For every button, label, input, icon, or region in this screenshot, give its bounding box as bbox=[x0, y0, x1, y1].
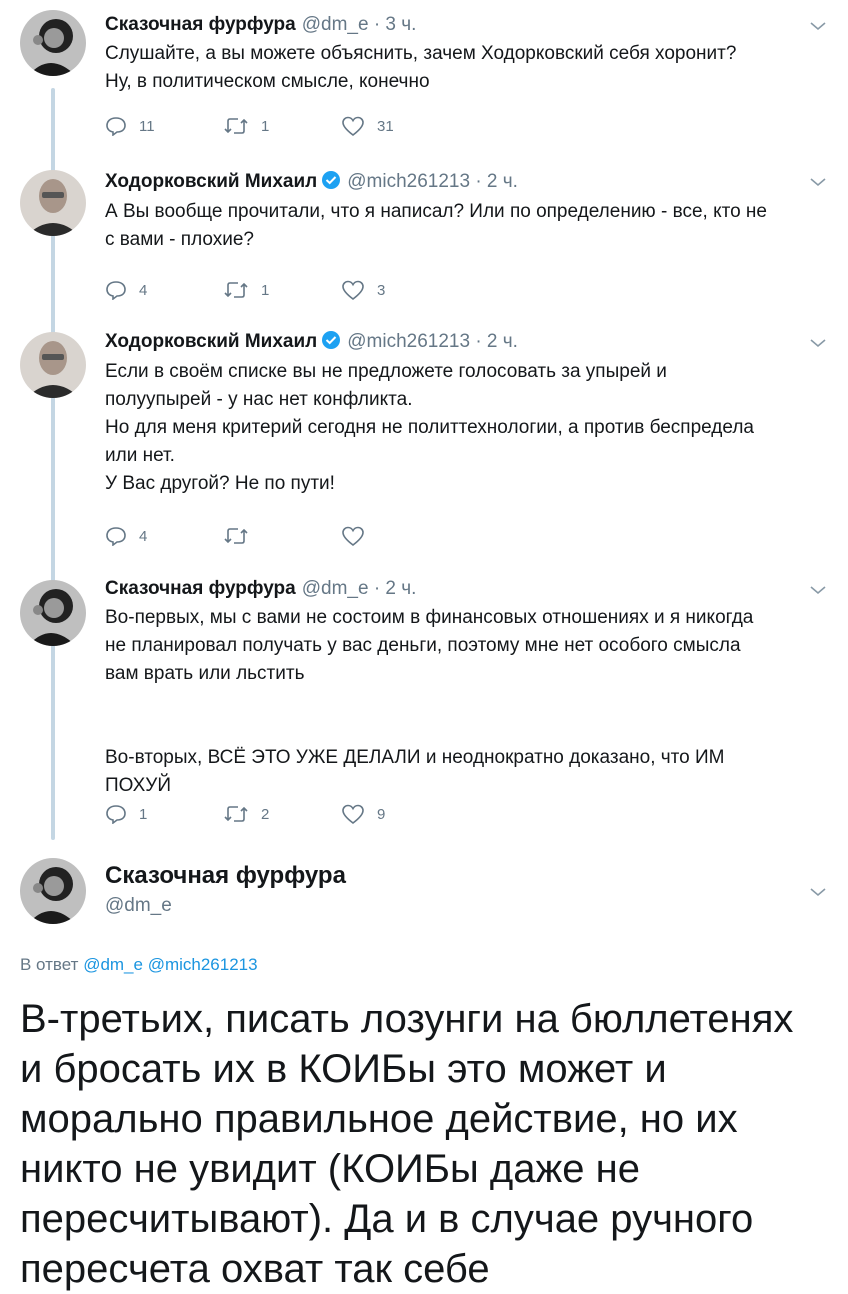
author-name[interactable]: Ходорковский Михаил bbox=[105, 331, 317, 352]
tweet-line: полуупырей - у нас нет конфликта. bbox=[105, 389, 413, 410]
reply-icon bbox=[106, 805, 126, 824]
retweet-count: 1 bbox=[261, 117, 270, 135]
tweet-line: Во-первых, мы с вами не состоим в финанс… bbox=[105, 607, 754, 628]
reply-icon bbox=[106, 117, 126, 136]
main-tweet-line: пересчитывают). Да и в случае ручного bbox=[20, 1197, 754, 1241]
reply-button[interactable]: 4 bbox=[105, 526, 223, 546]
tweet-line: А Вы вообще прочитали, что я написал? Ил… bbox=[105, 201, 767, 222]
avatar[interactable] bbox=[20, 10, 86, 76]
avatar[interactable] bbox=[20, 170, 86, 236]
retweet-icon bbox=[224, 806, 248, 822]
retweet-button[interactable] bbox=[223, 526, 341, 546]
heart-icon bbox=[342, 804, 364, 825]
tweet-actions: 1 2 9 bbox=[105, 802, 459, 826]
reply-count: 11 bbox=[139, 117, 155, 135]
tweet-header: Ходорковский Михаил @mich261213 · 2 ч. bbox=[105, 330, 518, 353]
reply-prefix: В ответ bbox=[20, 955, 79, 974]
reply-count: 4 bbox=[139, 527, 148, 545]
tweet-line: не планировал получать у вас деньги, поэ… bbox=[105, 635, 741, 656]
tweet-line bbox=[105, 688, 818, 716]
main-tweet-line: никто не увидит (КОИБы даже не bbox=[20, 1147, 640, 1191]
author-name[interactable]: Сказочная фурфура bbox=[105, 862, 346, 890]
heart-icon bbox=[342, 280, 364, 301]
reply-icon bbox=[106, 527, 126, 546]
reply-count: 1 bbox=[139, 805, 148, 823]
author-handle[interactable]: @mich261213 · 2 ч. bbox=[347, 331, 518, 352]
heart-icon bbox=[342, 116, 364, 137]
retweet-button[interactable]: 1 bbox=[223, 280, 341, 300]
tweet-line: или нет. bbox=[105, 445, 175, 466]
tweet-actions: 4 1 3 bbox=[105, 278, 459, 302]
reply-context: В ответ @dm_e @mich261213 bbox=[20, 955, 258, 975]
author-name[interactable]: Сказочная фурфура bbox=[105, 14, 296, 35]
tweet-line: Во-вторых, ВСЁ ЭТО УЖЕ ДЕЛАЛИ и неоднокр… bbox=[105, 747, 725, 768]
retweet-button[interactable]: 2 bbox=[223, 804, 341, 824]
tweet-actions: 11 1 31 bbox=[105, 114, 459, 138]
tweet-text: А Вы вообще прочитали, что я написал? Ил… bbox=[105, 198, 818, 254]
reply-button[interactable]: 4 bbox=[105, 280, 223, 300]
author-name[interactable]: Сказочная фурфура bbox=[105, 578, 296, 599]
heart-icon bbox=[342, 526, 364, 547]
like-button[interactable]: 3 bbox=[341, 279, 459, 301]
tweet-line: Но для меня критерий сегодня не политтех… bbox=[105, 417, 754, 438]
tweet-header: Сказочная фурфура @dm_e · 3 ч. bbox=[105, 14, 416, 36]
tweet-text: Во-первых, мы с вами не состоим в финанс… bbox=[105, 604, 818, 800]
tweet-header: Ходорковский Михаил @mich261213 · 2 ч. bbox=[105, 170, 518, 193]
chevron-down-icon[interactable] bbox=[808, 172, 828, 192]
tweet-line: Слушайте, а вы можете объяснить, зачем Х… bbox=[105, 43, 737, 64]
chevron-down-icon[interactable] bbox=[808, 333, 828, 353]
like-count: 31 bbox=[377, 117, 394, 135]
avatar[interactable] bbox=[20, 580, 86, 646]
main-tweet-line: пересчета охват так себе bbox=[20, 1247, 490, 1291]
main-tweet-line: В-третьих, писать лозунги на бюллетенях bbox=[20, 997, 794, 1041]
author-handle[interactable]: @mich261213 · 2 ч. bbox=[347, 171, 518, 192]
verified-badge-icon bbox=[322, 331, 341, 349]
like-button[interactable] bbox=[341, 525, 459, 547]
tweet-text: Слушайте, а вы можете объяснить, зачем Х… bbox=[105, 40, 818, 96]
tweet-line: с вами - плохие? bbox=[105, 229, 254, 250]
chevron-down-icon[interactable] bbox=[808, 882, 828, 902]
verified-badge-icon bbox=[322, 171, 341, 189]
author-name[interactable]: Ходорковский Михаил bbox=[105, 171, 317, 192]
chevron-down-icon[interactable] bbox=[808, 16, 828, 36]
like-button[interactable]: 31 bbox=[341, 115, 459, 137]
tweet-actions: 4 bbox=[105, 524, 459, 548]
author-handle[interactable]: @dm_e · 2 ч. bbox=[302, 578, 417, 599]
tweet-line: ПОХУЙ bbox=[105, 775, 171, 796]
tweet-line: Ну, в политическом смысле, конечно bbox=[105, 71, 430, 92]
author-handle[interactable]: @dm_e · 3 ч. bbox=[302, 14, 417, 35]
retweet-button[interactable]: 1 bbox=[223, 116, 341, 136]
tweet-header: Сказочная фурфура @dm_e · 2 ч. bbox=[105, 578, 416, 600]
reply-button[interactable]: 11 bbox=[105, 116, 223, 136]
retweet-icon bbox=[224, 118, 248, 134]
reply-button[interactable]: 1 bbox=[105, 804, 223, 824]
chevron-down-icon[interactable] bbox=[808, 580, 828, 600]
tweet-line: Если в своём списке вы не предложете гол… bbox=[105, 361, 667, 382]
like-count: 9 bbox=[377, 805, 386, 823]
main-tweet-line: морально правильное действие, но их bbox=[20, 1097, 738, 1141]
main-tweet-line: и бросать их в КОИБы это может и bbox=[20, 1047, 667, 1091]
retweet-icon bbox=[224, 282, 248, 298]
reply-icon bbox=[106, 281, 126, 300]
tweet-text: Если в своём списке вы не предложете гол… bbox=[105, 358, 818, 498]
retweet-count: 1 bbox=[261, 281, 270, 299]
main-tweet-text: В-третьих, писать лозунги на бюллетенях … bbox=[20, 994, 828, 1294]
like-button[interactable]: 9 bbox=[341, 803, 459, 825]
tweet-line: У Вас другой? Не по пути! bbox=[105, 473, 335, 494]
reply-mentions-link[interactable]: @dm_e @mich261213 bbox=[83, 955, 257, 974]
retweet-icon bbox=[224, 528, 248, 544]
avatar[interactable] bbox=[20, 332, 86, 398]
tweet-line: вам врать или льстить bbox=[105, 663, 305, 684]
reply-count: 4 bbox=[139, 281, 148, 299]
avatar[interactable] bbox=[20, 858, 86, 924]
author-handle[interactable]: @dm_e bbox=[105, 895, 172, 917]
retweet-count: 2 bbox=[261, 805, 270, 823]
like-count: 3 bbox=[377, 281, 386, 299]
